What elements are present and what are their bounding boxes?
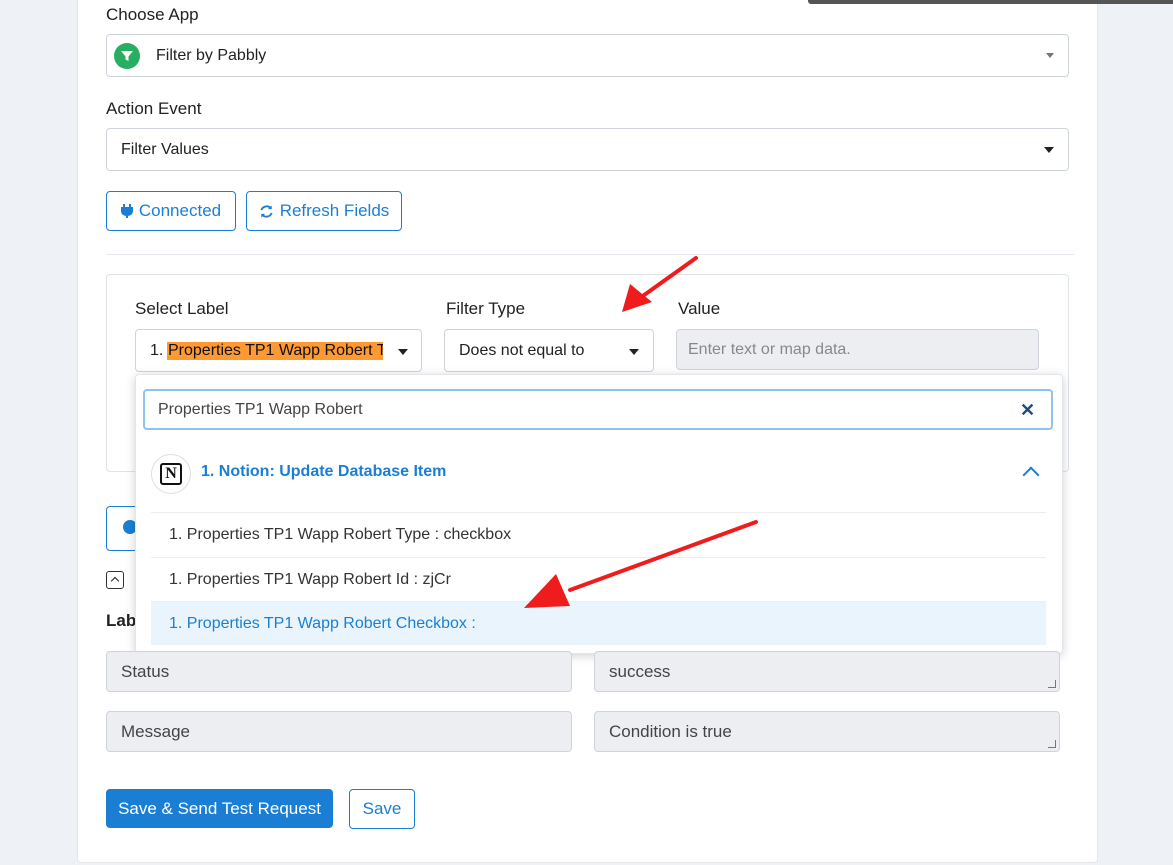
response-value-text: Condition is true [609,721,732,741]
choose-app-label: Choose App [106,5,199,24]
value-input[interactable]: Enter text or map data. [676,329,1039,370]
overlay-edge [808,0,1173,4]
dropdown-search-input[interactable]: Properties TP1 Wapp Robert [143,389,1053,430]
action-event-select[interactable]: Filter Values [106,128,1069,171]
chevron-down-icon [398,349,408,355]
response-label-heading: Lab [106,611,137,630]
group-title: 1. Notion: Update Database Item [201,463,447,480]
resize-handle-icon[interactable] [1048,680,1056,688]
choose-app-value: Filter by Pabbly [156,46,267,64]
chevron-down-icon [1046,53,1054,58]
filter-app-icon [114,43,140,69]
chevron-up-icon [110,576,120,586]
select-label-heading: Select Label [135,299,229,318]
filter-type-select[interactable]: Does not equal to [444,329,654,372]
chevron-up-icon[interactable] [1022,466,1040,484]
response-value-status[interactable]: success [594,651,1060,692]
dropdown-group-notion[interactable]: N 1. Notion: Update Database Item [151,451,1046,496]
resize-handle-icon[interactable] [1048,740,1056,748]
filter-type-value: Does not equal to [459,341,585,359]
chevron-down-icon [629,349,639,355]
annotation-arrow-icon [622,256,698,312]
plug-icon [120,204,133,218]
response-value-message[interactable]: Condition is true [594,711,1060,752]
section-divider [106,254,1074,255]
connected-label: Connected [138,201,222,220]
response-value-text: success [609,661,671,681]
notion-icon: N [151,454,191,494]
action-event-value: Filter Values [121,140,209,158]
action-event-label: Action Event [106,99,202,118]
filter-type-heading: Filter Type [446,299,526,318]
annotation-arrow-icon [524,520,758,608]
chevron-down-icon [1044,147,1054,153]
response-label-message[interactable]: Message [106,711,572,752]
select-label-prefix: 1. [150,341,164,359]
select-label-value: Properties TP1 Wapp Robert T [167,341,383,360]
refresh-fields-button[interactable]: Refresh Fields [246,191,402,231]
refresh-fields-label: Refresh Fields [279,201,390,220]
collapse-toggle[interactable] [106,571,124,589]
choose-app-select[interactable]: Filter by Pabbly [106,34,1069,77]
clear-search-icon[interactable]: ✕ [1020,400,1035,421]
save-button[interactable]: Save [349,789,415,829]
select-label-select[interactable]: 1. Properties TP1 Wapp Robert T [135,329,422,372]
refresh-icon [260,204,273,218]
response-label-status[interactable]: Status [106,651,572,692]
save-and-send-test-button[interactable]: Save & Send Test Request [106,789,333,828]
connected-button[interactable]: Connected [106,191,236,231]
